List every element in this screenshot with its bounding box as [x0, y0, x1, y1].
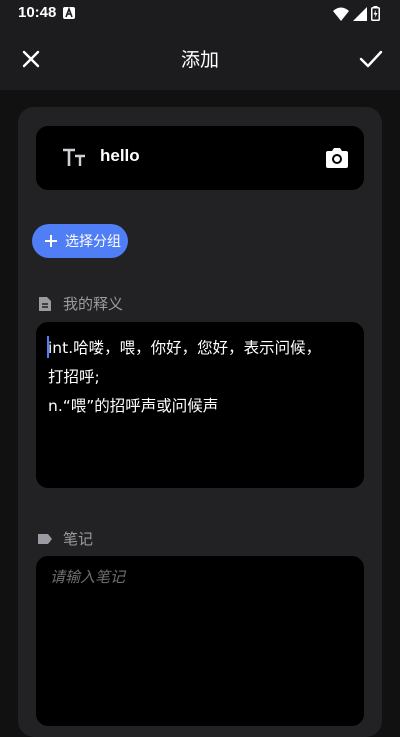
- notification-a-icon: [63, 7, 75, 19]
- text-size-icon: [63, 148, 85, 166]
- top-app-bar: 添加: [0, 28, 400, 90]
- wifi-icon: [333, 7, 349, 21]
- notes-header: 笔记: [37, 528, 93, 549]
- status-icons: [333, 6, 380, 21]
- select-group-button[interactable]: 选择分组: [32, 224, 128, 258]
- definition-text[interactable]: int.哈喽，喂，你好，您好，表示问候， 打招呼; n.“喂”的招呼声或问候声: [48, 334, 358, 421]
- definition-textarea[interactable]: int.哈喽，喂，你好，您好，表示问候， 打招呼; n.“喂”的招呼声或问候声: [36, 322, 364, 488]
- battery-charging-icon: [371, 6, 380, 21]
- label-icon: [38, 533, 52, 544]
- page-title: 添加: [180, 49, 219, 71]
- check-icon[interactable]: [358, 46, 384, 72]
- notes-label: 笔记: [63, 530, 94, 548]
- plus-icon: [45, 235, 57, 247]
- word-input[interactable]: hello: [36, 126, 364, 190]
- word-value[interactable]: hello: [100, 146, 140, 166]
- camera-icon[interactable]: [324, 145, 350, 171]
- definition-label: 我的释义: [63, 295, 124, 313]
- definition-header: 我的释义: [37, 293, 123, 314]
- status-time: 10:48: [18, 4, 57, 21]
- notes-textarea[interactable]: 请输入笔记: [36, 556, 364, 726]
- status-bar: 10:48: [0, 0, 400, 28]
- signal-icon: [353, 6, 367, 21]
- select-group-label: 选择分组: [65, 234, 121, 250]
- document-icon: [39, 296, 51, 311]
- notes-placeholder: 请输入笔记: [50, 568, 126, 586]
